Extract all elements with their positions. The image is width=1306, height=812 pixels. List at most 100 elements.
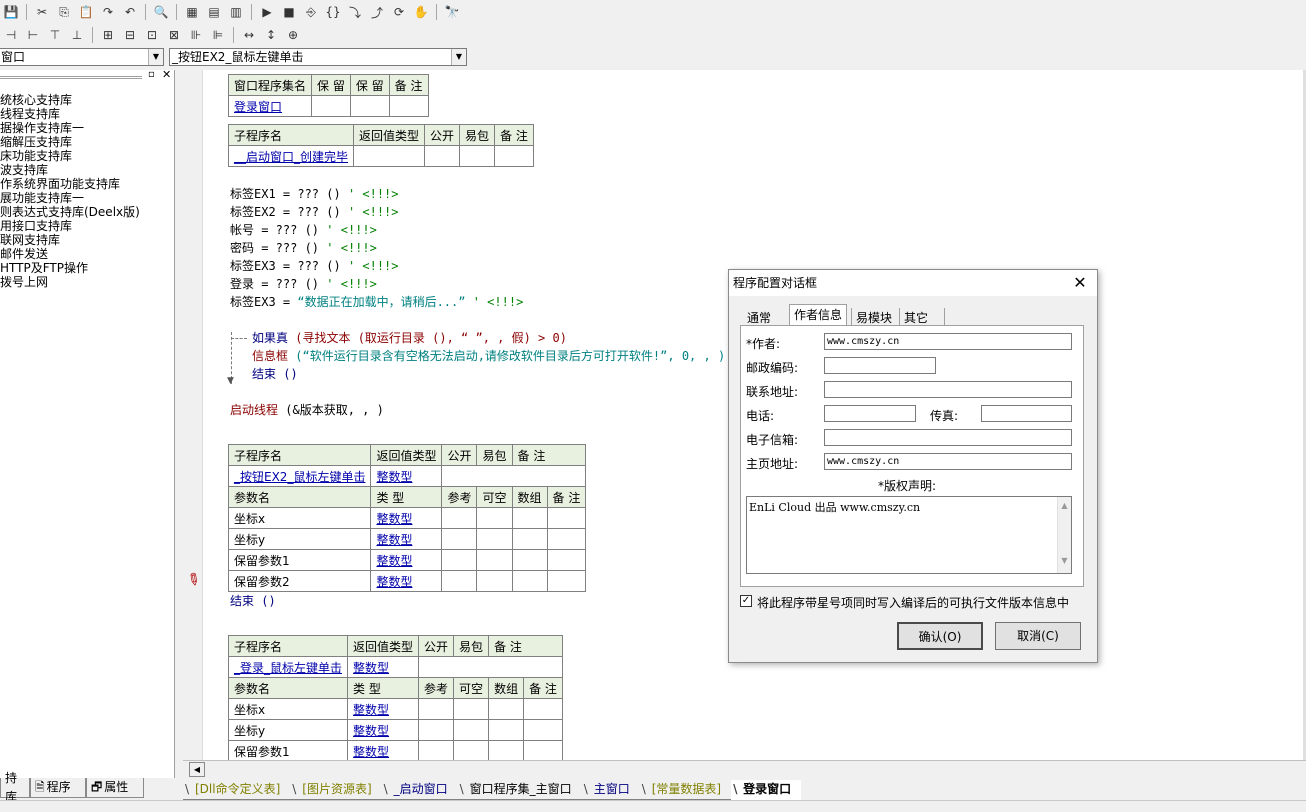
library-item[interactable]: 用接口支持库 — [0, 219, 72, 233]
table-cell[interactable]: 整数型 — [370, 570, 443, 592]
fax-field[interactable] — [981, 405, 1072, 422]
table-cell[interactable]: 备 注 — [546, 486, 587, 508]
table-cell[interactable]: 可空 — [476, 486, 513, 508]
table-cell[interactable] — [511, 528, 548, 550]
align1-icon[interactable]: ⊣ — [1, 26, 21, 44]
table-cell[interactable]: 参考 — [441, 486, 478, 508]
save-icon[interactable]: 💾 — [1, 3, 21, 21]
library-item[interactable]: 据操作支持库一 — [0, 121, 84, 135]
table-cell[interactable] — [349, 95, 390, 117]
table-cell[interactable]: 保留参数1 — [227, 740, 349, 762]
layout1-icon[interactable]: ▦ — [182, 3, 202, 21]
find-icon[interactable]: 🔍 — [151, 3, 171, 21]
table-cell[interactable]: 保留参数1 — [227, 549, 372, 571]
table-cell[interactable] — [453, 698, 490, 720]
table-cell[interactable] — [511, 549, 548, 571]
thread-statement[interactable]: 启动线程 (&版本获取, , ) — [230, 401, 384, 419]
align6-icon[interactable]: ⊟ — [120, 26, 140, 44]
table-cell[interactable]: 可空 — [453, 677, 490, 699]
chevron-down-icon[interactable]: ▼ — [451, 49, 466, 65]
document-tab[interactable]: [Dll命令定义表] — [183, 780, 291, 800]
table-cell[interactable]: 公开 — [418, 635, 455, 657]
table-cell[interactable] — [488, 740, 525, 762]
table-cell[interactable] — [418, 719, 455, 741]
size2-icon[interactable]: ↕ — [261, 26, 281, 44]
table-cell[interactable] — [494, 145, 534, 167]
table-cell[interactable]: 备 注 — [488, 635, 563, 657]
table-cell[interactable] — [418, 698, 455, 720]
align3-icon[interactable]: ⊤ — [45, 26, 65, 44]
table-cell[interactable] — [476, 570, 513, 592]
email-field[interactable] — [824, 429, 1072, 446]
library-item[interactable]: 展功能支持库一 — [0, 191, 84, 205]
table-cell[interactable]: _按钮EX2_鼠标左键单击 — [227, 465, 372, 487]
table-cell[interactable]: 保 留 — [311, 74, 351, 96]
table-cell[interactable] — [488, 719, 525, 741]
tab-support-library[interactable]: 持库 — [0, 771, 30, 804]
code-line[interactable]: 标签EX2 = ??? () ' <!!!> — [230, 203, 523, 221]
table-cell[interactable] — [476, 549, 513, 571]
window-combo[interactable]: 窗口 ▼ — [0, 48, 164, 66]
table-cell[interactable] — [418, 656, 563, 678]
close-icon[interactable]: ✕ — [162, 68, 171, 81]
undo-icon[interactable]: ↶ — [120, 3, 140, 21]
table-cell[interactable] — [546, 570, 587, 592]
table-cell[interactable] — [441, 507, 478, 529]
document-tab[interactable]: _启动窗口 — [381, 780, 458, 800]
library-item[interactable]: 联网支持库 — [0, 233, 60, 247]
table-cell[interactable]: 保留参数2 — [227, 570, 372, 592]
align7-icon[interactable]: ⊡ — [142, 26, 162, 44]
hand-icon[interactable]: ✋ — [411, 3, 431, 21]
table-cell[interactable]: __启动窗口_创建完毕 — [227, 145, 355, 167]
run-icon[interactable]: ▶ — [257, 3, 277, 21]
step2-icon[interactable]: {} — [323, 3, 343, 21]
table-cell[interactable]: 备 注 — [388, 74, 429, 96]
table-cell[interactable]: 类 型 — [370, 486, 443, 508]
table-cell[interactable]: 参考 — [418, 677, 455, 699]
table-cell[interactable]: 整数型 — [370, 465, 443, 487]
table-cell[interactable] — [546, 507, 587, 529]
table-cell[interactable]: 整数型 — [370, 528, 443, 550]
size3-icon[interactable]: ⊕ — [283, 26, 303, 44]
table-cell[interactable] — [476, 528, 513, 550]
table-cell[interactable]: 坐标y — [227, 528, 372, 550]
table-cell[interactable]: 整数型 — [347, 740, 420, 762]
restore-icon[interactable]: ▫ — [148, 69, 155, 80]
tab-properties[interactable]: 🗗 属性 — [86, 778, 144, 798]
code-line[interactable]: 标签EX3 = “数据正在加载中，请稍后...” ' <!!!> — [230, 293, 523, 311]
table-cell[interactable] — [388, 95, 429, 117]
align4-icon[interactable]: ⊥ — [67, 26, 87, 44]
align9-icon[interactable]: ⊪ — [186, 26, 206, 44]
document-tab[interactable]: [图片资源表] — [290, 780, 382, 800]
table-cell[interactable]: 子程序名 — [227, 124, 355, 146]
copyright-textarea[interactable]: EnLi Cloud 出品 www.cmszy.cn ▲ ▼ — [746, 496, 1072, 574]
table-cell[interactable]: 备 注 — [494, 124, 534, 146]
document-tab[interactable]: 登录窗口 — [731, 780, 802, 800]
library-item[interactable]: 线程支持库 — [0, 107, 60, 121]
table-cell[interactable] — [523, 719, 563, 741]
msgbox-statement[interactable]: 信息框 (“软件运行目录含有空格无法启动,请修改软件目录后方可打开软件!”, 0… — [252, 347, 725, 365]
library-item[interactable]: 统核心支持库 — [0, 93, 72, 107]
if-statement[interactable]: 如果真 (寻找文本 (取运行目录 (), “ ”, , 假) > 0) — [252, 329, 567, 347]
copy-icon[interactable]: ⎘ — [54, 3, 74, 21]
table-cell[interactable] — [523, 740, 563, 762]
cut-icon[interactable]: ✂ — [32, 3, 52, 21]
table-cell[interactable]: 类 型 — [347, 677, 420, 699]
table-cell[interactable] — [353, 145, 426, 167]
table-cell[interactable]: 公开 — [424, 124, 461, 146]
library-item[interactable]: 床功能支持库 — [0, 149, 72, 163]
homepage-field[interactable]: www.cmszy.cn — [824, 453, 1072, 470]
table-cell[interactable]: 返回值类型 — [370, 444, 443, 466]
library-item[interactable]: HTTP及FTP操作 — [0, 261, 88, 275]
table-cell[interactable]: 整数型 — [370, 507, 443, 529]
table-cell[interactable]: 坐标x — [227, 698, 349, 720]
table-cell[interactable]: 子程序名 — [227, 444, 372, 466]
code-line[interactable]: 标签EX3 = ??? () ' <!!!> — [230, 257, 523, 275]
table-cell[interactable]: 整数型 — [347, 698, 420, 720]
step1-icon[interactable]: ⎆ — [301, 3, 321, 21]
address-field[interactable] — [824, 381, 1072, 398]
step4-icon[interactable]: ⤴ — [367, 3, 387, 21]
layout2-icon[interactable]: ▤ — [204, 3, 224, 21]
library-item[interactable]: 拨号上网 — [0, 275, 48, 289]
tab-author-info[interactable]: 作者信息 — [789, 304, 847, 326]
